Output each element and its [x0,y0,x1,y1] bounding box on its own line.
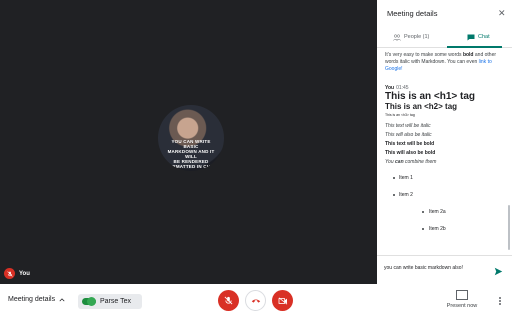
meeting-details-button[interactable]: Meeting details [8,296,65,303]
mic-off-icon [224,296,233,305]
chat-icon [467,34,475,40]
chat-scrollbar[interactable] [508,205,510,250]
panel-tabs: People (1) Chat [377,27,512,48]
tab-chat[interactable]: Chat [467,27,490,47]
message-h1: This is an <h1> tag [385,91,476,102]
avatar-caption: YOU CAN WRITE BASIC MARKDOWN AND IT WILL… [165,139,217,169]
markdown-list: Item 1 Item 2 Item 2a Item 2b [385,175,503,243]
combined-line: You can combine them [385,159,437,165]
self-tile-label: You [4,268,30,279]
list-item: Item 2 [385,192,503,209]
addon-toggle[interactable] [82,297,96,306]
italic-line-2: This will also be italic [385,132,432,138]
tab-people[interactable]: People (1) [393,27,429,47]
camera-off-icon [278,296,287,305]
people-icon [393,34,401,41]
present-now-button[interactable]: Present now [442,290,482,309]
participant-avatar: YOU CAN WRITE BASIC MARKDOWN AND IT WILL… [158,105,224,171]
list-item: Item 1 [385,175,503,192]
italic-line-1: This text will be italic [385,123,431,129]
list-item: Item 2b [385,226,503,243]
video-stage: YOU CAN WRITE BASIC MARKDOWN AND IT WILL… [0,0,377,284]
addon-label: Parse Tex [100,298,131,305]
close-icon[interactable]: ✕ [498,8,506,19]
chat-messages: It's very easy to make some words bold a… [385,52,503,243]
hang-up-icon [251,299,260,303]
self-name: You [19,270,30,277]
tab-people-label: People (1) [404,34,430,40]
chevron-up-icon [59,297,65,301]
mic-toggle-button[interactable] [218,290,239,311]
meeting-details-label: Meeting details [8,296,56,303]
active-tab-indicator [447,46,502,48]
camera-toggle-button[interactable] [272,290,293,311]
mic-off-icon [4,268,15,279]
chat-message-previous: It's very easy to make some words bold a… [385,52,497,72]
more-options-icon[interactable] [498,296,502,306]
addon-chip[interactable]: Parse Tex [78,294,142,309]
present-icon [456,290,468,300]
list-item: Item 2a [385,209,503,226]
panel-title: Meeting details [387,9,438,18]
bold-line-1: This text will be bold [385,141,435,147]
chat-input[interactable]: you can write basic markdown also! [384,265,463,271]
present-label: Present now [446,303,478,309]
tab-chat-label: Chat [478,34,490,40]
message-h2: This is an <h2> tag [385,102,458,111]
leave-call-button[interactable] [245,290,266,311]
bold-line-2: This will also be bold [385,150,436,156]
chat-compose: you can write basic markdown also! [377,255,512,284]
send-icon[interactable] [494,263,503,281]
